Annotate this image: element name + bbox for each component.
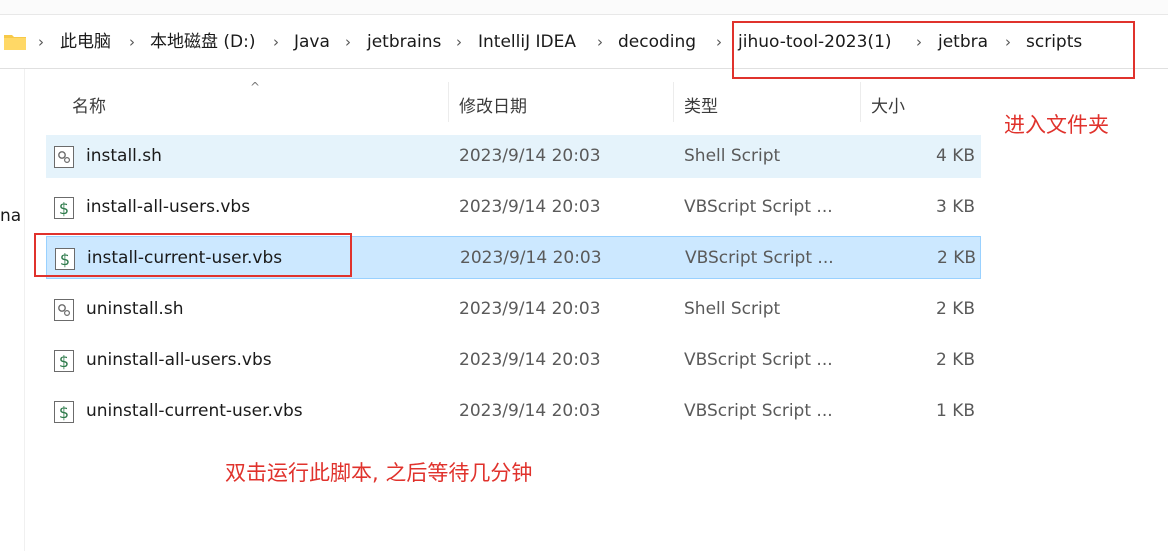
window-top-strip [0,0,1168,15]
file-date: 2023/9/14 20:03 [459,299,601,319]
breadcrumb-this-pc[interactable]: 此电脑 [60,30,111,54]
file-type: VBScript Script ... [684,197,833,217]
file-size: 2 KB [935,299,975,319]
breadcrumb-java[interactable]: Java [294,30,330,54]
column-header-type[interactable]: 类型 [684,92,718,117]
file-date: 2023/9/14 20:03 [459,197,601,217]
column-header-name[interactable]: 名称 [72,92,106,117]
column-divider[interactable] [448,82,449,122]
file-name[interactable]: install-all-users.vbs [86,186,250,229]
file-row[interactable]: install.sh 2023/9/14 20:03 Shell Script … [46,135,981,178]
file-date: 2023/9/14 20:03 [459,350,601,370]
chevron-right-icon: › [129,33,135,51]
column-header-size[interactable]: 大小 [871,92,905,117]
breadcrumb-jetbrains[interactable]: jetbrains [367,30,441,54]
file-size: 2 KB [935,350,975,370]
file-date: 2023/9/14 20:03 [459,146,601,166]
file-type: VBScript Script ... [684,401,833,421]
nav-item-fragment[interactable]: na [0,206,21,226]
shell-script-icon [54,299,74,321]
double-click-annotation: 双击运行此脚本, 之后等待几分钟 [225,461,533,485]
column-header-date[interactable]: 修改日期 [459,92,527,117]
file-size: 4 KB [935,146,975,166]
file-type: Shell Script [684,146,781,166]
breadcrumb-decoding[interactable]: decoding [618,30,696,54]
file-type: Shell Script [684,299,781,319]
enter-folder-annotation: 进入文件夹 [1004,113,1109,137]
svg-text:$: $ [59,199,69,218]
sort-ascending-icon: ^ [250,80,261,94]
file-size: 3 KB [935,197,975,217]
vbscript-icon: $ [54,350,74,372]
vbscript-icon: $ [54,401,74,423]
file-name[interactable]: uninstall.sh [86,288,183,331]
breadcrumb-intellij-idea[interactable]: IntelliJ IDEA [478,30,576,54]
chevron-right-icon: › [456,33,462,51]
column-divider[interactable] [673,82,674,122]
column-divider[interactable] [860,82,861,122]
file-size: 1 KB [935,401,975,421]
svg-text:$: $ [59,352,69,371]
chevron-right-icon: › [38,33,44,51]
file-row[interactable]: $ uninstall-current-user.vbs 2023/9/14 2… [46,390,981,433]
shell-script-icon [54,146,74,168]
file-row[interactable]: $ install-all-users.vbs 2023/9/14 20:03 … [46,186,981,229]
chevron-right-icon: › [345,33,351,51]
file-row[interactable]: $ uninstall-all-users.vbs 2023/9/14 20:0… [46,339,981,382]
file-name[interactable]: uninstall-all-users.vbs [86,339,272,382]
svg-text:$: $ [59,403,69,422]
folder-icon [4,35,26,50]
chevron-right-icon: › [597,33,603,51]
file-name[interactable]: uninstall-current-user.vbs [86,390,303,433]
path-highlight-box [732,21,1135,79]
file-type: VBScript Script ... [685,248,834,268]
file-date: 2023/9/14 20:03 [460,248,602,268]
breadcrumb-local-disk[interactable]: 本地磁盘 (D:) [150,30,256,54]
chevron-right-icon: › [273,33,279,51]
file-size: 2 KB [936,248,976,268]
file-name[interactable]: install.sh [86,135,162,178]
file-row[interactable]: uninstall.sh 2023/9/14 20:03 Shell Scrip… [46,288,981,331]
navigation-pane[interactable] [0,69,25,551]
file-highlight-box [34,233,352,277]
vbscript-icon: $ [54,197,74,219]
file-type: VBScript Script ... [684,350,833,370]
file-date: 2023/9/14 20:03 [459,401,601,421]
chevron-right-icon: › [716,33,722,51]
